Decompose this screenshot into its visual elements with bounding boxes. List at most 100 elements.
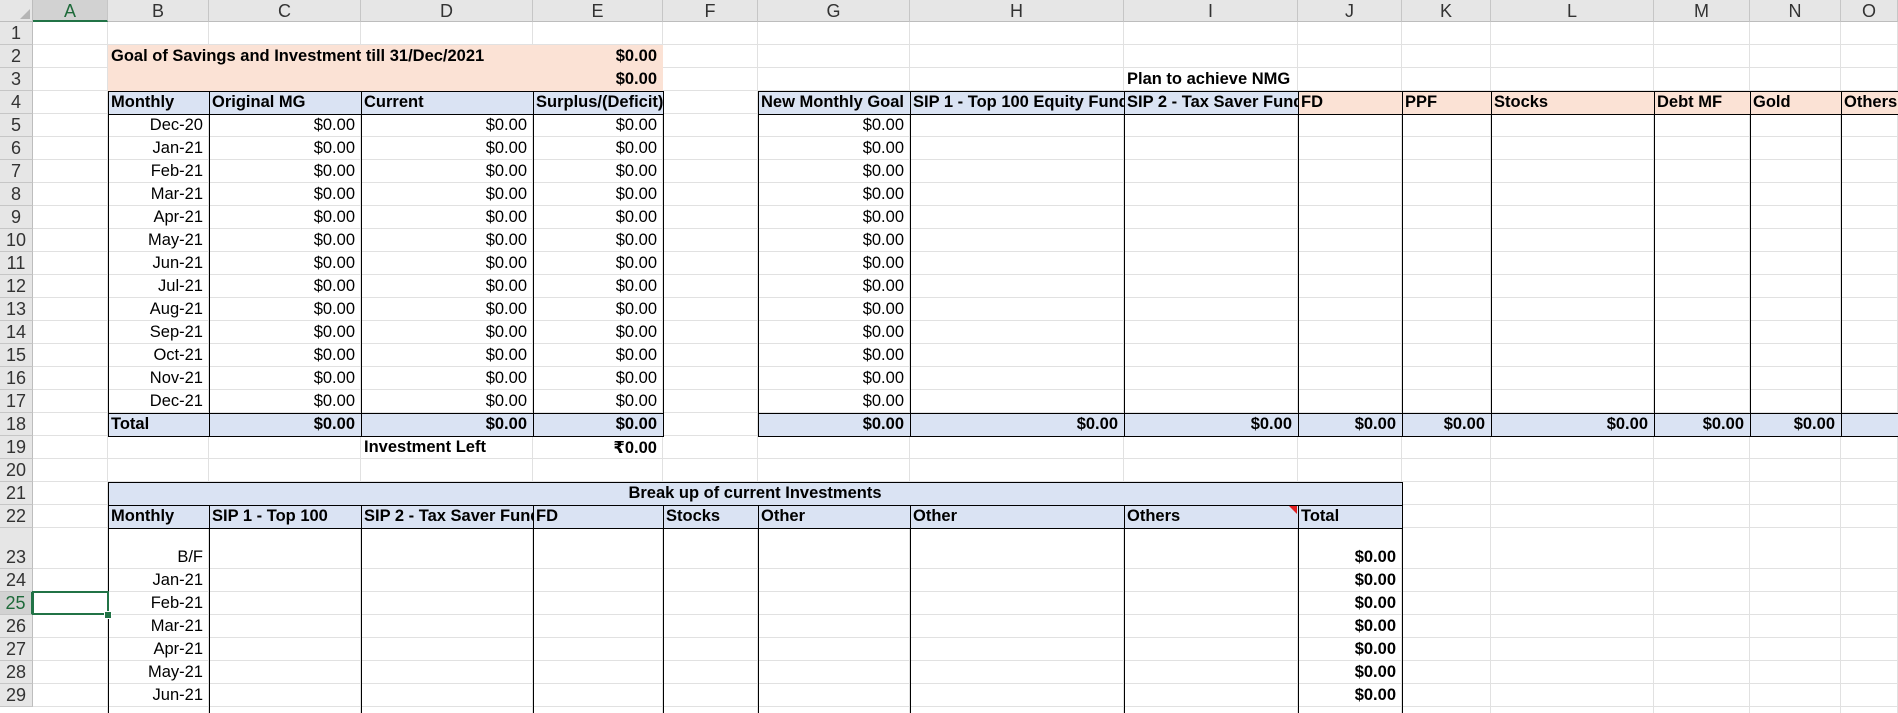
table2-new-monthly-goal[interactable]: $0.00 bbox=[758, 367, 910, 390]
row-header-4[interactable]: 4 bbox=[0, 91, 33, 114]
table1-value[interactable]: $0.00 bbox=[209, 321, 361, 344]
row-header-23[interactable]: 23 bbox=[0, 528, 33, 569]
row-header-14[interactable]: 14 bbox=[0, 321, 33, 344]
table1-value[interactable]: $0.00 bbox=[533, 344, 663, 367]
table2-new-monthly-goal[interactable]: $0.00 bbox=[758, 160, 910, 183]
table1-value[interactable]: $0.00 bbox=[533, 275, 663, 298]
table2-header-k[interactable]: PPF bbox=[1402, 91, 1491, 114]
table3-month[interactable]: Feb-21 bbox=[108, 592, 209, 615]
column-header-h[interactable]: H bbox=[910, 0, 1124, 22]
table1-value[interactable]: $0.00 bbox=[361, 252, 533, 275]
table1-value[interactable]: $0.00 bbox=[361, 160, 533, 183]
table2-new-monthly-goal[interactable]: $0.00 bbox=[758, 252, 910, 275]
spreadsheet-grid[interactable]: ABCDEFGHIJKLMNO 1 2 3 4 5 6 7 8 9 10 11 12 13 14 15 16 1… bbox=[0, 0, 1898, 713]
table3-month[interactable]: Jan-21 bbox=[108, 569, 209, 592]
row-header-21[interactable]: 21 bbox=[0, 482, 33, 505]
investment-left-value[interactable]: ₹0.00 bbox=[533, 436, 663, 459]
table3-month[interactable]: Mar-21 bbox=[108, 615, 209, 638]
table3-total-value[interactable]: $0.00 bbox=[1298, 528, 1402, 569]
row-header-15[interactable]: 15 bbox=[0, 344, 33, 367]
table1-value[interactable]: $0.00 bbox=[361, 321, 533, 344]
table1-value[interactable]: $0.00 bbox=[361, 367, 533, 390]
table2-new-monthly-goal[interactable]: $0.00 bbox=[758, 390, 910, 413]
table1-month[interactable]: Aug-21 bbox=[108, 298, 209, 321]
table2-header-i[interactable]: SIP 2 - Tax Saver Fund bbox=[1124, 91, 1298, 114]
table1-value[interactable]: $0.00 bbox=[361, 275, 533, 298]
table2-total-value[interactable]: $0.00 bbox=[910, 413, 1124, 436]
table1-value[interactable]: $0.00 bbox=[209, 183, 361, 206]
goal-label[interactable]: Goal of Savings and Investment till 31/D… bbox=[108, 45, 533, 68]
table2-new-monthly-goal[interactable]: $0.00 bbox=[758, 275, 910, 298]
column-header-k[interactable]: K bbox=[1402, 0, 1491, 22]
table1-month[interactable]: Feb-21 bbox=[108, 160, 209, 183]
table2-new-monthly-goal[interactable]: $0.00 bbox=[758, 344, 910, 367]
table1-month[interactable]: Oct-21 bbox=[108, 344, 209, 367]
goal-value-2[interactable]: $0.00 bbox=[533, 68, 663, 91]
table1-value[interactable]: $0.00 bbox=[533, 321, 663, 344]
row-header-1[interactable]: 1 bbox=[0, 22, 33, 45]
table1-header-d[interactable]: Current bbox=[361, 91, 533, 114]
table1-month[interactable]: Nov-21 bbox=[108, 367, 209, 390]
column-header-f[interactable]: F bbox=[663, 0, 758, 22]
row-header-12[interactable]: 12 bbox=[0, 275, 33, 298]
table2-new-monthly-goal[interactable]: $0.00 bbox=[758, 137, 910, 160]
table3-total-value[interactable]: $0.00 bbox=[1298, 592, 1402, 615]
table1-value[interactable]: $0.00 bbox=[533, 160, 663, 183]
table3-month[interactable]: Apr-21 bbox=[108, 638, 209, 661]
table1-month[interactable]: Apr-21 bbox=[108, 206, 209, 229]
table1-month[interactable]: Jul-21 bbox=[108, 275, 209, 298]
table1-value[interactable]: $0.00 bbox=[533, 298, 663, 321]
table1-value[interactable]: $0.00 bbox=[209, 275, 361, 298]
table1-header-b[interactable]: Monthly bbox=[108, 91, 209, 114]
row-header-22[interactable]: 22 bbox=[0, 505, 33, 528]
table2-new-monthly-goal[interactable]: $0.00 bbox=[758, 114, 910, 137]
row-header-13[interactable]: 13 bbox=[0, 298, 33, 321]
table1-value[interactable]: $0.00 bbox=[209, 137, 361, 160]
goal-value[interactable]: $0.00 bbox=[533, 45, 663, 68]
table1-month[interactable]: Jan-21 bbox=[108, 137, 209, 160]
table2-new-monthly-goal[interactable]: $0.00 bbox=[758, 229, 910, 252]
table2-total-value[interactable]: $0.00 bbox=[758, 413, 910, 436]
table1-value[interactable]: $0.00 bbox=[209, 390, 361, 413]
table3-total-value[interactable]: $0.00 bbox=[1298, 615, 1402, 638]
table1-total-label[interactable]: Total bbox=[108, 413, 209, 436]
table1-value[interactable]: $0.00 bbox=[533, 137, 663, 160]
row-header-29[interactable]: 29 bbox=[0, 684, 33, 707]
table2-total-value[interactable]: $0.00 bbox=[1402, 413, 1491, 436]
table1-total-value[interactable]: $0.00 bbox=[533, 413, 663, 436]
table1-value[interactable]: $0.00 bbox=[361, 229, 533, 252]
table3-month[interactable]: B/F bbox=[108, 528, 209, 569]
table1-value[interactable]: $0.00 bbox=[361, 183, 533, 206]
table3-header-g[interactable]: Other bbox=[758, 505, 910, 528]
table1-total-value[interactable]: $0.00 bbox=[361, 413, 533, 436]
table1-value[interactable]: $0.00 bbox=[361, 137, 533, 160]
table3-header-d[interactable]: SIP 2 - Tax Saver Fund bbox=[361, 505, 533, 528]
table3-header-b[interactable]: Monthly bbox=[108, 505, 209, 528]
fill-handle[interactable] bbox=[104, 611, 112, 619]
row-header-25[interactable]: 25 bbox=[0, 592, 33, 615]
table2-header-o[interactable]: Others bbox=[1841, 91, 1898, 114]
table1-value[interactable]: $0.00 bbox=[361, 390, 533, 413]
table1-value[interactable]: $0.00 bbox=[533, 229, 663, 252]
table3-header-j[interactable]: Total bbox=[1298, 505, 1402, 528]
table3-header-h[interactable]: Other bbox=[910, 505, 1124, 528]
table1-month[interactable]: Sep-21 bbox=[108, 321, 209, 344]
row-header-19[interactable]: 19 bbox=[0, 436, 33, 459]
row-header-2[interactable]: 2 bbox=[0, 45, 33, 68]
table3-title[interactable]: Break up of current Investments bbox=[108, 482, 1402, 505]
table3-header-c[interactable]: SIP 1 - Top 100 bbox=[209, 505, 361, 528]
column-header-g[interactable]: G bbox=[758, 0, 910, 22]
row-header-11[interactable]: 11 bbox=[0, 252, 33, 275]
table1-month[interactable]: Jun-21 bbox=[108, 252, 209, 275]
table1-value[interactable]: $0.00 bbox=[533, 206, 663, 229]
column-header-a[interactable]: A bbox=[33, 0, 108, 22]
table1-month[interactable]: May-21 bbox=[108, 229, 209, 252]
table3-header-e[interactable]: FD bbox=[533, 505, 663, 528]
row-header-5[interactable]: 5 bbox=[0, 114, 33, 137]
table1-value[interactable]: $0.00 bbox=[209, 252, 361, 275]
select-all-corner[interactable] bbox=[0, 0, 33, 22]
table1-value[interactable]: $0.00 bbox=[361, 206, 533, 229]
table2-new-monthly-goal[interactable]: $0.00 bbox=[758, 183, 910, 206]
table3-month[interactable]: Jun-21 bbox=[108, 684, 209, 707]
active-cell-selection[interactable] bbox=[32, 591, 109, 615]
